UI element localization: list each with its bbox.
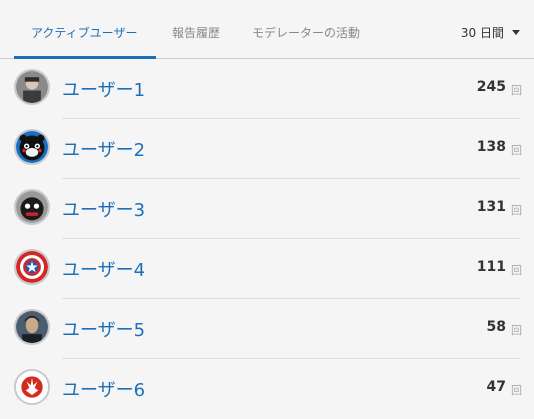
caret-down-icon bbox=[512, 30, 520, 35]
rebel-emblem-icon bbox=[16, 371, 48, 403]
user-name-link[interactable]: ユーザー5 bbox=[62, 316, 145, 342]
star-shield-icon bbox=[16, 251, 48, 283]
list-item: ユーザー5 58 回 bbox=[0, 299, 534, 359]
activity-count: 111 bbox=[476, 259, 506, 275]
list-item: ユーザー1 245 回 bbox=[0, 59, 534, 119]
avatar[interactable] bbox=[14, 69, 50, 105]
tab-report-history[interactable]: 報告履歴 bbox=[172, 24, 220, 41]
avatar[interactable] bbox=[14, 129, 50, 165]
user-name-link[interactable]: ユーザー1 bbox=[62, 76, 145, 102]
count-unit: 回 bbox=[511, 84, 522, 97]
grey-portrait-icon bbox=[16, 71, 48, 103]
activity-count: 47 bbox=[486, 379, 506, 395]
avatar[interactable] bbox=[14, 369, 50, 405]
list-item: ユーザー2 138 回 bbox=[0, 119, 534, 179]
user-name-link[interactable]: ユーザー2 bbox=[62, 136, 145, 162]
activity-count: 58 bbox=[486, 319, 506, 335]
list-item: ユーザー4 111 回 bbox=[0, 239, 534, 299]
avatar[interactable] bbox=[14, 309, 50, 345]
tab-bar: アクティブユーザー 報告履歴 モデレーターの活動 30 日間 bbox=[0, 0, 534, 59]
avatar[interactable] bbox=[14, 249, 50, 285]
count-unit: 回 bbox=[511, 324, 522, 337]
black-creature-icon bbox=[16, 191, 48, 223]
user-name-link[interactable]: ユーザー3 bbox=[62, 196, 145, 222]
activity-count: 138 bbox=[476, 139, 506, 155]
user-name-link[interactable]: ユーザー6 bbox=[62, 376, 145, 402]
list-item: ユーザー6 47 回 bbox=[0, 359, 534, 419]
activity-count: 245 bbox=[476, 79, 506, 95]
man-portrait-icon bbox=[16, 311, 48, 343]
tab-active-users[interactable]: アクティブユーザー bbox=[31, 24, 137, 41]
count-unit: 回 bbox=[511, 144, 522, 157]
avatar[interactable] bbox=[14, 189, 50, 225]
date-range-label: 30 日間 bbox=[460, 26, 504, 40]
count-unit: 回 bbox=[511, 264, 522, 277]
count-unit: 回 bbox=[511, 384, 522, 397]
count-unit: 回 bbox=[511, 204, 522, 217]
tab-moderator-activity[interactable]: モデレーターの活動 bbox=[252, 24, 360, 41]
list-item: ユーザー3 131 回 bbox=[0, 179, 534, 239]
black-bear-mascot-icon bbox=[16, 131, 48, 163]
activity-count: 131 bbox=[476, 199, 506, 215]
user-name-link[interactable]: ユーザー4 bbox=[62, 256, 145, 282]
date-range-dropdown[interactable]: 30 日間 bbox=[461, 24, 520, 41]
